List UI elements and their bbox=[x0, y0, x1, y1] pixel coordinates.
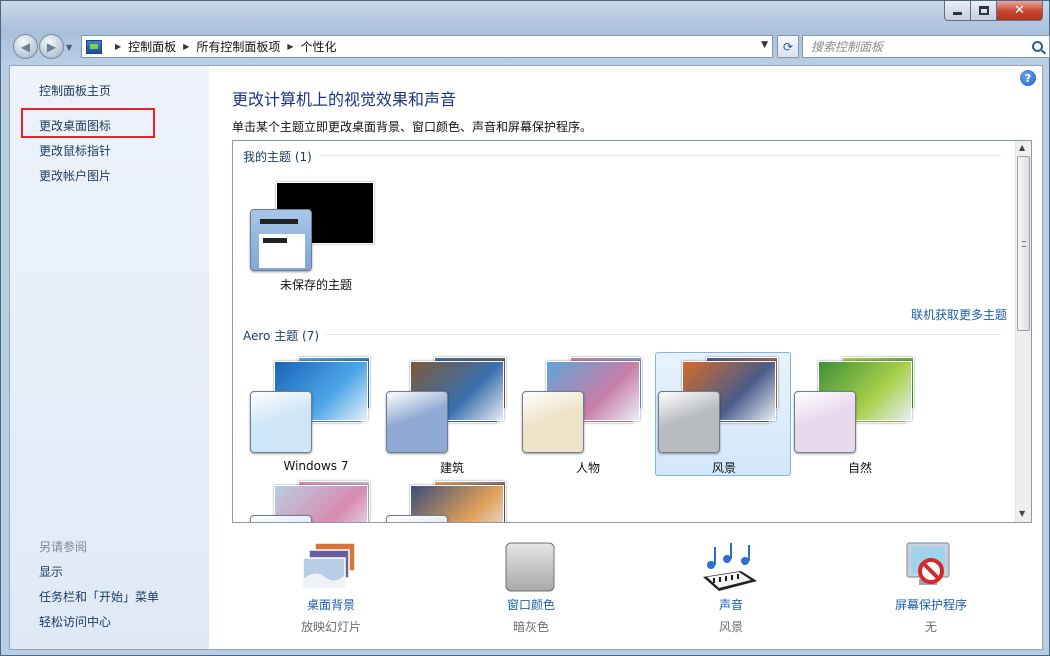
forward-button[interactable]: ▶ bbox=[39, 34, 64, 59]
screen-saver-icon bbox=[906, 542, 950, 585]
back-arrow-icon: ◀ bbox=[20, 39, 31, 54]
setting-label[interactable]: 窗口颜色 bbox=[451, 596, 611, 613]
setting-label[interactable]: 屏幕保护程序 bbox=[851, 596, 1011, 613]
theme-4[interactable]: 风景 bbox=[655, 352, 791, 476]
link-ease-of-access[interactable]: 轻松访问中心 bbox=[39, 613, 111, 630]
window-color-preview bbox=[386, 515, 448, 522]
maximize-icon bbox=[978, 6, 989, 15]
refresh-button[interactable]: ⟳ bbox=[777, 35, 799, 58]
group-divider bbox=[321, 155, 1001, 156]
theme-label: 建筑 bbox=[439, 461, 464, 475]
theme-label: 未保存的主题 bbox=[279, 278, 352, 292]
setting-window-color[interactable]: 窗口颜色 暗灰色 bbox=[451, 536, 611, 636]
theme-thumbnail bbox=[520, 353, 656, 453]
theme-thumbnail bbox=[384, 477, 520, 522]
link-change-account-picture[interactable]: 更改帐户图片 bbox=[39, 167, 111, 184]
caption-buttons: ✕ bbox=[944, 1, 1043, 21]
theme-3[interactable]: 人物 bbox=[519, 352, 655, 476]
theme-list-scrollbar[interactable]: ▲ ▼ bbox=[1015, 141, 1031, 522]
control-panel-icon bbox=[86, 39, 102, 54]
page-title: 更改计算机上的视觉效果和声音 bbox=[232, 90, 457, 109]
minimize-button[interactable] bbox=[944, 1, 971, 21]
setting-value: 暗灰色 bbox=[512, 620, 549, 634]
scroll-up-icon[interactable]: ▲ bbox=[1019, 143, 1025, 152]
setting-value: 无 bbox=[924, 620, 937, 634]
theme-6[interactable] bbox=[247, 476, 384, 522]
theme-thumbnail bbox=[792, 353, 928, 453]
breadcrumb-all-items[interactable]: 所有控制面板项 bbox=[196, 38, 280, 55]
theme-thumbnail bbox=[248, 353, 384, 453]
my-themes-heading: 我的主题 (1) bbox=[243, 150, 312, 164]
back-button[interactable]: ◀ bbox=[13, 34, 38, 59]
theme-label: 自然 bbox=[847, 461, 872, 475]
theme-1[interactable]: Windows 7 bbox=[247, 352, 383, 476]
setting-value: 放映幻灯片 bbox=[300, 620, 361, 634]
theme-unsaved[interactable]: 未保存的主题 bbox=[247, 181, 383, 305]
navigation-bar: ◀ ▶ ▼ ▶ 控制面板 ▶ 所有控制面板项 ▶ 个性化 ▼ ⟳ bbox=[9, 31, 1050, 61]
page-description: 单击某个主题立即更改桌面背景、窗口颜色、声音和屏幕保护程序。 bbox=[232, 120, 593, 134]
search-input[interactable] bbox=[811, 39, 1016, 54]
theme-thumbnail bbox=[248, 182, 384, 282]
sounds-icon bbox=[703, 543, 757, 591]
setting-desktop-background[interactable]: 桌面背景 放映幻灯片 bbox=[251, 536, 411, 636]
search-box[interactable] bbox=[802, 35, 1050, 58]
theme-thumbnail bbox=[656, 353, 792, 453]
link-change-mouse-pointers[interactable]: 更改鼠标指针 bbox=[39, 142, 111, 159]
window-color-preview bbox=[250, 515, 312, 522]
left-task-pane: 控制面板主页 更改桌面图标 更改鼠标指针 更改帐户图片 另请参阅 显示 任务栏和… bbox=[10, 66, 209, 649]
window-color-preview bbox=[250, 391, 312, 453]
annotation-highlight-box bbox=[21, 108, 155, 138]
address-bar[interactable]: ▶ 控制面板 ▶ 所有控制面板项 ▶ 个性化 ▼ bbox=[81, 35, 773, 58]
desktop-background-icon bbox=[302, 542, 356, 589]
theme-2[interactable]: 建筑 bbox=[383, 352, 519, 476]
help-icon[interactable]: ? bbox=[1020, 70, 1036, 86]
setting-value: 风景 bbox=[718, 620, 743, 634]
scroll-down-icon[interactable]: ▼ bbox=[1019, 509, 1025, 518]
aero-themes-heading: Aero 主题 (7) bbox=[243, 329, 320, 343]
theme-label: Windows 7 bbox=[283, 459, 349, 473]
window-color-preview bbox=[658, 391, 720, 453]
see-also-heading: 另请参阅 bbox=[39, 540, 88, 554]
scrollbar-thumb[interactable] bbox=[1017, 156, 1030, 331]
content-frame: 控制面板主页 更改桌面图标 更改鼠标指针 更改帐户图片 另请参阅 显示 任务栏和… bbox=[9, 65, 1043, 650]
link-control-panel-home[interactable]: 控制面板主页 bbox=[39, 82, 111, 99]
personalization-window: ✕ ◀ ▶ ▼ ▶ 控制面板 ▶ 所有控制面板项 ▶ 个性化 ▼ ⟳ 控制面板主… bbox=[0, 0, 1050, 656]
breadcrumb-separator-icon[interactable]: ▶ bbox=[115, 42, 121, 51]
group-divider bbox=[325, 334, 1001, 335]
window-color-preview bbox=[522, 391, 584, 453]
main-pane: ? 更改计算机上的视觉效果和声音 单击某个主题立即更改桌面背景、窗口颜色、声音和… bbox=[209, 66, 1042, 649]
window-color-preview bbox=[386, 391, 448, 453]
setting-screen-saver[interactable]: 屏幕保护程序 无 bbox=[851, 536, 1011, 636]
breadcrumb-control-panel[interactable]: 控制面板 bbox=[128, 38, 176, 55]
theme-label: 人物 bbox=[575, 461, 600, 475]
maximize-button[interactable] bbox=[971, 1, 997, 21]
theme-thumbnail bbox=[384, 353, 520, 453]
theme-label: 风景 bbox=[711, 461, 736, 475]
theme-5[interactable]: 自然 bbox=[791, 352, 927, 476]
search-icon[interactable] bbox=[1032, 41, 1043, 52]
refresh-icon: ⟳ bbox=[782, 39, 794, 54]
address-dropdown-icon[interactable]: ▼ bbox=[761, 40, 768, 50]
setting-sounds[interactable]: 声音 风景 bbox=[651, 536, 811, 636]
get-more-themes-link[interactable]: 联机获取更多主题 bbox=[911, 306, 1007, 323]
breadcrumb-separator-icon[interactable]: ▶ bbox=[183, 42, 189, 51]
theme-list[interactable]: 我的主题 (1) 未保存的主题 联机获取更多主题 Aero 主题 (7) Win… bbox=[232, 140, 1032, 523]
breadcrumb-separator-icon[interactable]: ▶ bbox=[287, 42, 293, 51]
window-color-icon bbox=[505, 542, 555, 592]
link-display[interactable]: 显示 bbox=[39, 563, 63, 580]
setting-label[interactable]: 桌面背景 bbox=[251, 596, 411, 613]
recent-pages-dropdown-icon[interactable]: ▼ bbox=[66, 43, 72, 52]
window-color-preview bbox=[250, 209, 312, 271]
window-color-preview bbox=[794, 391, 856, 453]
minimize-icon bbox=[953, 12, 962, 15]
theme-7[interactable] bbox=[383, 476, 520, 522]
theme-thumbnail bbox=[248, 477, 384, 522]
forward-arrow-icon: ▶ bbox=[46, 39, 57, 54]
setting-label[interactable]: 声音 bbox=[651, 596, 811, 613]
close-button[interactable]: ✕ bbox=[997, 1, 1043, 21]
link-taskbar-start-menu[interactable]: 任务栏和「开始」菜单 bbox=[39, 588, 159, 605]
close-icon: ✕ bbox=[1014, 3, 1025, 18]
breadcrumb-personalization[interactable]: 个性化 bbox=[301, 38, 337, 55]
